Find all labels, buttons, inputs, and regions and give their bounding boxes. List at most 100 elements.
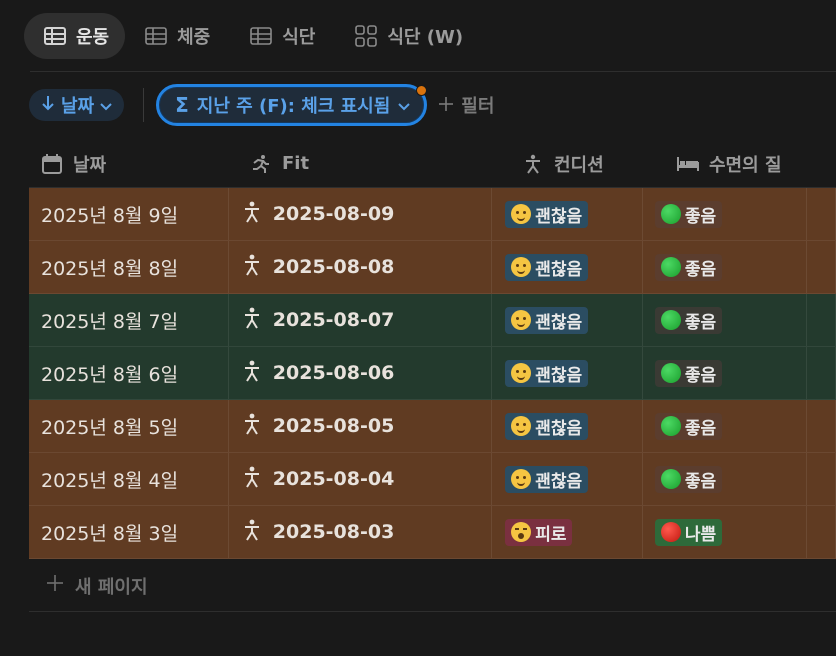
- fit-cell[interactable]: 2025-08-03: [229, 506, 493, 558]
- sigma-icon: Σ: [175, 93, 189, 117]
- sleep-label: 좋음: [684, 471, 717, 492]
- sleep-label: 좋음: [684, 418, 717, 439]
- bed-icon: [677, 153, 699, 175]
- sleep-cell[interactable]: 좋음: [643, 347, 808, 399]
- fit-cell[interactable]: 2025-08-04: [229, 453, 493, 505]
- divider: [143, 88, 145, 122]
- tab-workout[interactable]: 운동: [24, 13, 126, 59]
- sleep-cell[interactable]: 좋음: [643, 453, 808, 505]
- date-cell[interactable]: 2025년 8월 3일: [29, 506, 229, 558]
- condition-cell[interactable]: 괜찮음: [492, 294, 643, 346]
- person-icon: [243, 307, 261, 334]
- condition-cell[interactable]: 괜찮음: [492, 453, 643, 505]
- extra-cell[interactable]: [807, 400, 836, 452]
- fit-value: 2025-08-05: [272, 415, 395, 437]
- sleep-cell[interactable]: 나쁨: [643, 506, 808, 558]
- column-label: 날짜: [73, 154, 107, 176]
- condition-cell[interactable]: 괜찮음: [492, 188, 643, 240]
- date-cell[interactable]: 2025년 8월 7일: [29, 294, 229, 346]
- green-circle-icon: [660, 257, 681, 277]
- column-label: Fit: [282, 153, 310, 174]
- column-header-condition[interactable]: 컨디션: [509, 140, 665, 187]
- column-header-sleep[interactable]: 수면의 질: [665, 140, 835, 187]
- table-row[interactable]: 2025년 8월 6일 2025-08-06 괜찮음 좋음: [29, 347, 836, 400]
- sleep-label: 좋음: [684, 259, 717, 280]
- extra-cell[interactable]: [807, 294, 836, 346]
- table-row[interactable]: 2025년 8월 4일 2025-08-04 괜찮음 좋음: [29, 453, 836, 506]
- date-cell[interactable]: 2025년 8월 8일: [29, 241, 229, 293]
- tab-label: 운동: [76, 27, 110, 48]
- person-icon: [243, 360, 261, 387]
- fit-value: 2025-08-08: [272, 256, 395, 278]
- fit-value: 2025-08-04: [272, 468, 395, 490]
- fit-cell[interactable]: 2025-08-08: [229, 241, 493, 293]
- condition-label: 피로: [535, 524, 567, 545]
- fit-cell[interactable]: 2025-08-05: [229, 400, 493, 452]
- extra-cell[interactable]: [807, 188, 836, 240]
- date-value: 2025년 8월 3일: [41, 522, 179, 545]
- extra-cell[interactable]: [807, 453, 836, 505]
- date-value: 2025년 8월 5일: [41, 416, 179, 439]
- table-icon: [250, 25, 273, 47]
- sleep-tag: 좋음: [654, 412, 723, 440]
- extra-cell[interactable]: [807, 506, 836, 558]
- date-cell[interactable]: 2025년 8월 6일: [29, 347, 229, 399]
- chevron-down-icon: [100, 95, 112, 116]
- sort-button[interactable]: 날짜: [29, 89, 125, 121]
- tab-diet-weekly[interactable]: 식단 (W): [335, 13, 483, 59]
- person-icon: [243, 519, 261, 546]
- condition-cell[interactable]: 괜찮음: [492, 241, 643, 293]
- sleep-cell[interactable]: 좋음: [643, 400, 808, 452]
- fit-cell[interactable]: 2025-08-07: [229, 294, 493, 346]
- table-row[interactable]: 2025년 8월 9일 2025-08-09 괜찮음 좋음: [29, 188, 836, 241]
- table-row[interactable]: 2025년 8월 5일 2025-08-05 괜찮음 좋음: [29, 400, 836, 453]
- condition-tag: 피로: [505, 518, 573, 546]
- tab-diet[interactable]: 식단: [230, 13, 335, 59]
- new-page-button[interactable]: 새 페이지: [29, 560, 836, 612]
- extra-cell[interactable]: [807, 241, 836, 293]
- view-tabs: 운동 체중 식단 식단 (W): [24, 13, 483, 59]
- sleep-tag: 좋음: [654, 200, 723, 228]
- condition-cell[interactable]: 피로: [492, 506, 643, 558]
- column-header-fit[interactable]: Fit: [236, 140, 509, 187]
- tab-weight[interactable]: 체중: [125, 13, 230, 59]
- date-value: 2025년 8월 4일: [41, 469, 179, 492]
- add-filter-button[interactable]: 필터: [439, 92, 494, 118]
- condition-tag: 괜찮음: [505, 465, 589, 493]
- green-circle-icon: [660, 204, 681, 224]
- column-header-date[interactable]: 날짜: [29, 140, 236, 187]
- table-row[interactable]: 2025년 8월 7일 2025-08-07 괜찮음 좋음: [29, 294, 836, 347]
- condition-tag: 괜찮음: [505, 412, 589, 440]
- sleep-cell[interactable]: 좋음: [643, 188, 808, 240]
- condition-cell[interactable]: 괜찮음: [492, 347, 643, 399]
- person-icon: [522, 153, 544, 175]
- fit-cell[interactable]: 2025-08-06: [229, 347, 493, 399]
- table-body: 2025년 8월 9일 2025-08-09 괜찮음 좋음 2025년 8월 8…: [29, 188, 836, 559]
- date-cell[interactable]: 2025년 8월 9일: [29, 188, 229, 240]
- extra-cell[interactable]: [807, 347, 836, 399]
- sleep-label: 좋음: [684, 206, 717, 227]
- green-circle-icon: [660, 363, 681, 383]
- date-cell[interactable]: 2025년 8월 5일: [29, 400, 229, 452]
- filter-button[interactable]: Σ 지난 주 (F): 체크 표시됨: [156, 84, 428, 126]
- date-cell[interactable]: 2025년 8월 4일: [29, 453, 229, 505]
- table-row[interactable]: 2025년 8월 8일 2025-08-08 괜찮음 좋음: [29, 241, 836, 294]
- sleep-label: 좋음: [684, 312, 717, 333]
- condition-tag: 괜찮음: [505, 200, 589, 228]
- table-row[interactable]: 2025년 8월 3일 2025-08-03 피로 나쁨: [29, 506, 836, 559]
- fit-value: 2025-08-03: [272, 521, 395, 543]
- column-label: 컨디션: [554, 154, 604, 176]
- smiling-face-icon: [511, 469, 532, 489]
- fit-cell[interactable]: 2025-08-09: [229, 188, 493, 240]
- add-filter-label: 필터: [461, 96, 495, 117]
- table-icon: [145, 25, 167, 47]
- condition-tag: 괜찮음: [505, 306, 589, 334]
- running-person-icon: [250, 153, 272, 175]
- sleep-cell[interactable]: 좋음: [643, 241, 808, 293]
- condition-cell[interactable]: 괜찮음: [492, 400, 643, 452]
- sleep-cell[interactable]: 좋음: [643, 294, 808, 346]
- condition-label: 괜찮음: [535, 471, 583, 492]
- chevron-down-icon: [398, 95, 411, 116]
- green-circle-icon: [660, 310, 681, 330]
- filter-label: 지난 주 (F): 체크 표시됨: [196, 96, 391, 117]
